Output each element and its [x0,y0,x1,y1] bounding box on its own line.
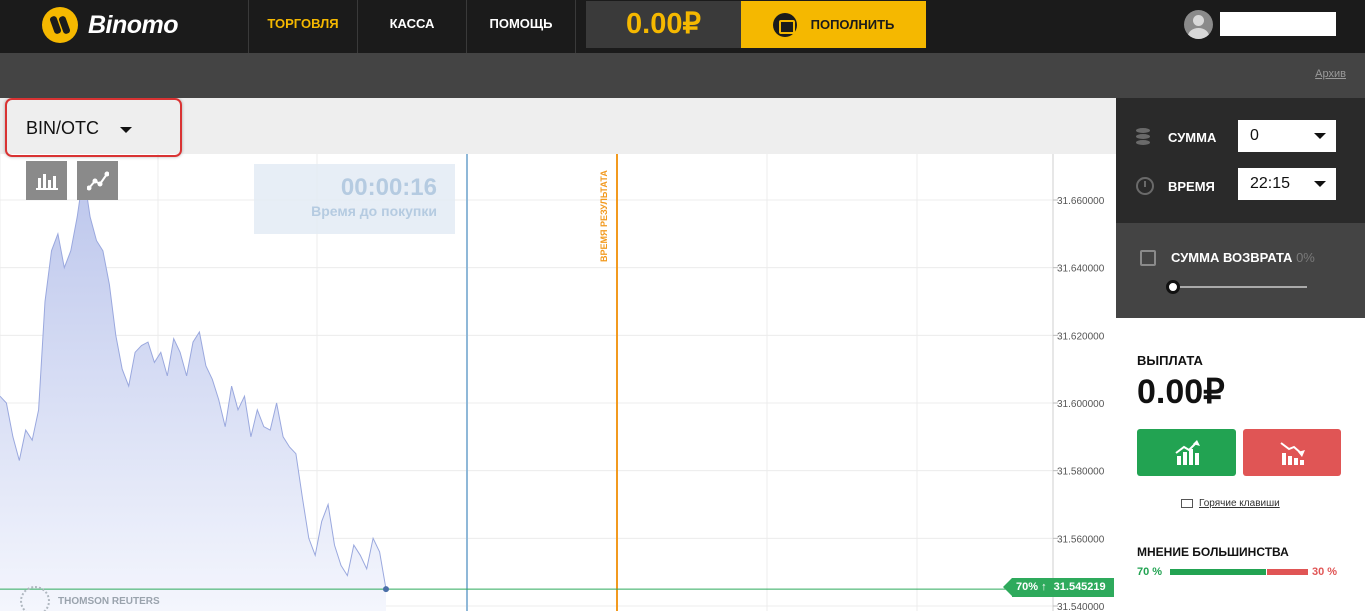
price-tick-label: 31.600000 [1057,399,1105,410]
amount-select[interactable]: 0 [1238,120,1336,152]
bar-chart-icon [35,173,58,190]
amount-value: 0 [1250,127,1259,144]
amount-row: СУММА [1136,128,1226,146]
price-tick-label: 31.560000 [1057,534,1105,545]
price-tick-label: 31.580000 [1057,467,1105,478]
asset-name: BIN/OTC [26,118,100,138]
refund-panel: СУММА ВОЗВРАТА 0% [1116,223,1365,318]
price-tick-label: 31.540000 [1057,602,1105,611]
chevron-down-icon [1314,133,1326,139]
deposit-button[interactable]: ПОПОЛНИТЬ [741,1,926,48]
nav-item-trading[interactable]: ТОРГОВЛЯ [249,0,357,53]
nav-item-cashier[interactable]: КАССА [358,0,466,53]
nav-item-help[interactable]: ПОМОЩЬ [467,0,575,53]
balance-display[interactable]: 0.00₽ [586,1,741,48]
time-label: ВРЕМЯ [1168,178,1215,194]
nav-divider [575,0,576,53]
wallet-icon [772,12,797,37]
purchase-timer: 00:00:16 Время до покупки [254,164,455,234]
safe-icon [1140,250,1156,266]
call-up-button[interactable] [1137,429,1236,476]
trend-down-icon [1280,441,1305,465]
result-time-label: ВРЕМЯ РЕЗУЛЬТАТА [599,170,609,262]
hotkeys-label: Горячие клавиши [1199,498,1280,509]
refund-label: СУММА ВОЗВРАТА 0% [1171,250,1315,265]
timer-label: Время до покупки [311,203,437,219]
price-chart[interactable]: 31.660000 31.640000 31.620000 31.600000 31.5… [0,154,1116,611]
asset-selector[interactable]: BIN/OTC [5,98,182,157]
chevron-down-icon [1314,181,1326,187]
payout-value: 0.00₽ [1137,373,1225,411]
deposit-label: ПОПОЛНИТЬ [810,17,895,32]
chart-type-button[interactable] [26,161,67,200]
username-redacted[interactable] [1220,12,1336,36]
sub-bar: Архив [0,53,1365,98]
payout-label: ВЫПЛАТА [1137,353,1203,368]
thomson-reuters-icon [20,586,50,611]
indicators-button[interactable] [77,161,118,200]
majority-down-percent: 30 % [1312,566,1338,578]
trade-params-panel: СУММА 0 ВРЕМЯ 22:15 [1116,98,1365,223]
refund-slider-thumb[interactable] [1166,280,1180,294]
trend-up-icon [1174,439,1200,465]
price-tick-label: 31.640000 [1057,264,1105,275]
price-area [0,172,386,611]
current-price-pct: 70% [1016,581,1039,593]
up-arrow-icon: ↑ [1041,581,1047,593]
keyboard-icon [1181,499,1193,508]
alarm-clock-icon [1136,177,1154,195]
refund-slider-track[interactable] [1172,286,1307,288]
timer-value: 00:00:16 [340,174,437,201]
time-row: ВРЕМЯ [1136,177,1226,195]
put-down-button[interactable] [1243,429,1341,476]
archive-link[interactable]: Архив [1315,68,1346,80]
price-tick-label: 31.660000 [1057,196,1105,207]
majority-down-bar [1266,569,1308,575]
chevron-down-icon [120,127,132,133]
provider-logo: THOMSON REUTERS [20,586,160,611]
majority-label: МНЕНИЕ БОЛЬШИНСТВА [1137,545,1289,559]
top-bar: Binomo ТОРГОВЛЯ КАССА ПОМОЩЬ 0.00₽ ПОПОЛ… [0,0,1365,53]
time-select[interactable]: 22:15 [1238,168,1336,200]
provider-name: THOMSON REUTERS [58,595,160,607]
binomo-logo[interactable]: Binomo [42,7,179,43]
time-value: 22:15 [1250,175,1291,192]
chart-area[interactable]: 31.660000 31.640000 31.620000 31.600000 31.5… [0,98,1116,611]
logo-mark-icon [42,7,78,43]
current-price-value: 31.545219 [1053,581,1106,593]
current-price-point [383,586,389,593]
payout-panel: ВЫПЛАТА 0.00₽ Горячие клавиши МНЕНИЕ БОЛ… [1116,318,1365,611]
majority-up-bar [1170,569,1266,575]
avatar[interactable] [1184,10,1213,39]
hotkeys-link[interactable]: Горячие клавиши [1181,498,1280,509]
indicators-icon [86,171,109,190]
majority-up-percent: 70 % [1137,566,1163,578]
price-axis-ticks: 31.660000 31.640000 31.620000 31.600000 31.5… [1053,196,1105,611]
logo-text: Binomo [88,10,179,39]
amount-label: СУММА [1168,129,1217,145]
coins-icon [1136,128,1156,146]
refund-percent: 0% [1296,250,1315,265]
price-tick-label: 31.620000 [1057,331,1105,342]
current-price-tag: 70% ↑ 31.545219 [1003,578,1114,597]
